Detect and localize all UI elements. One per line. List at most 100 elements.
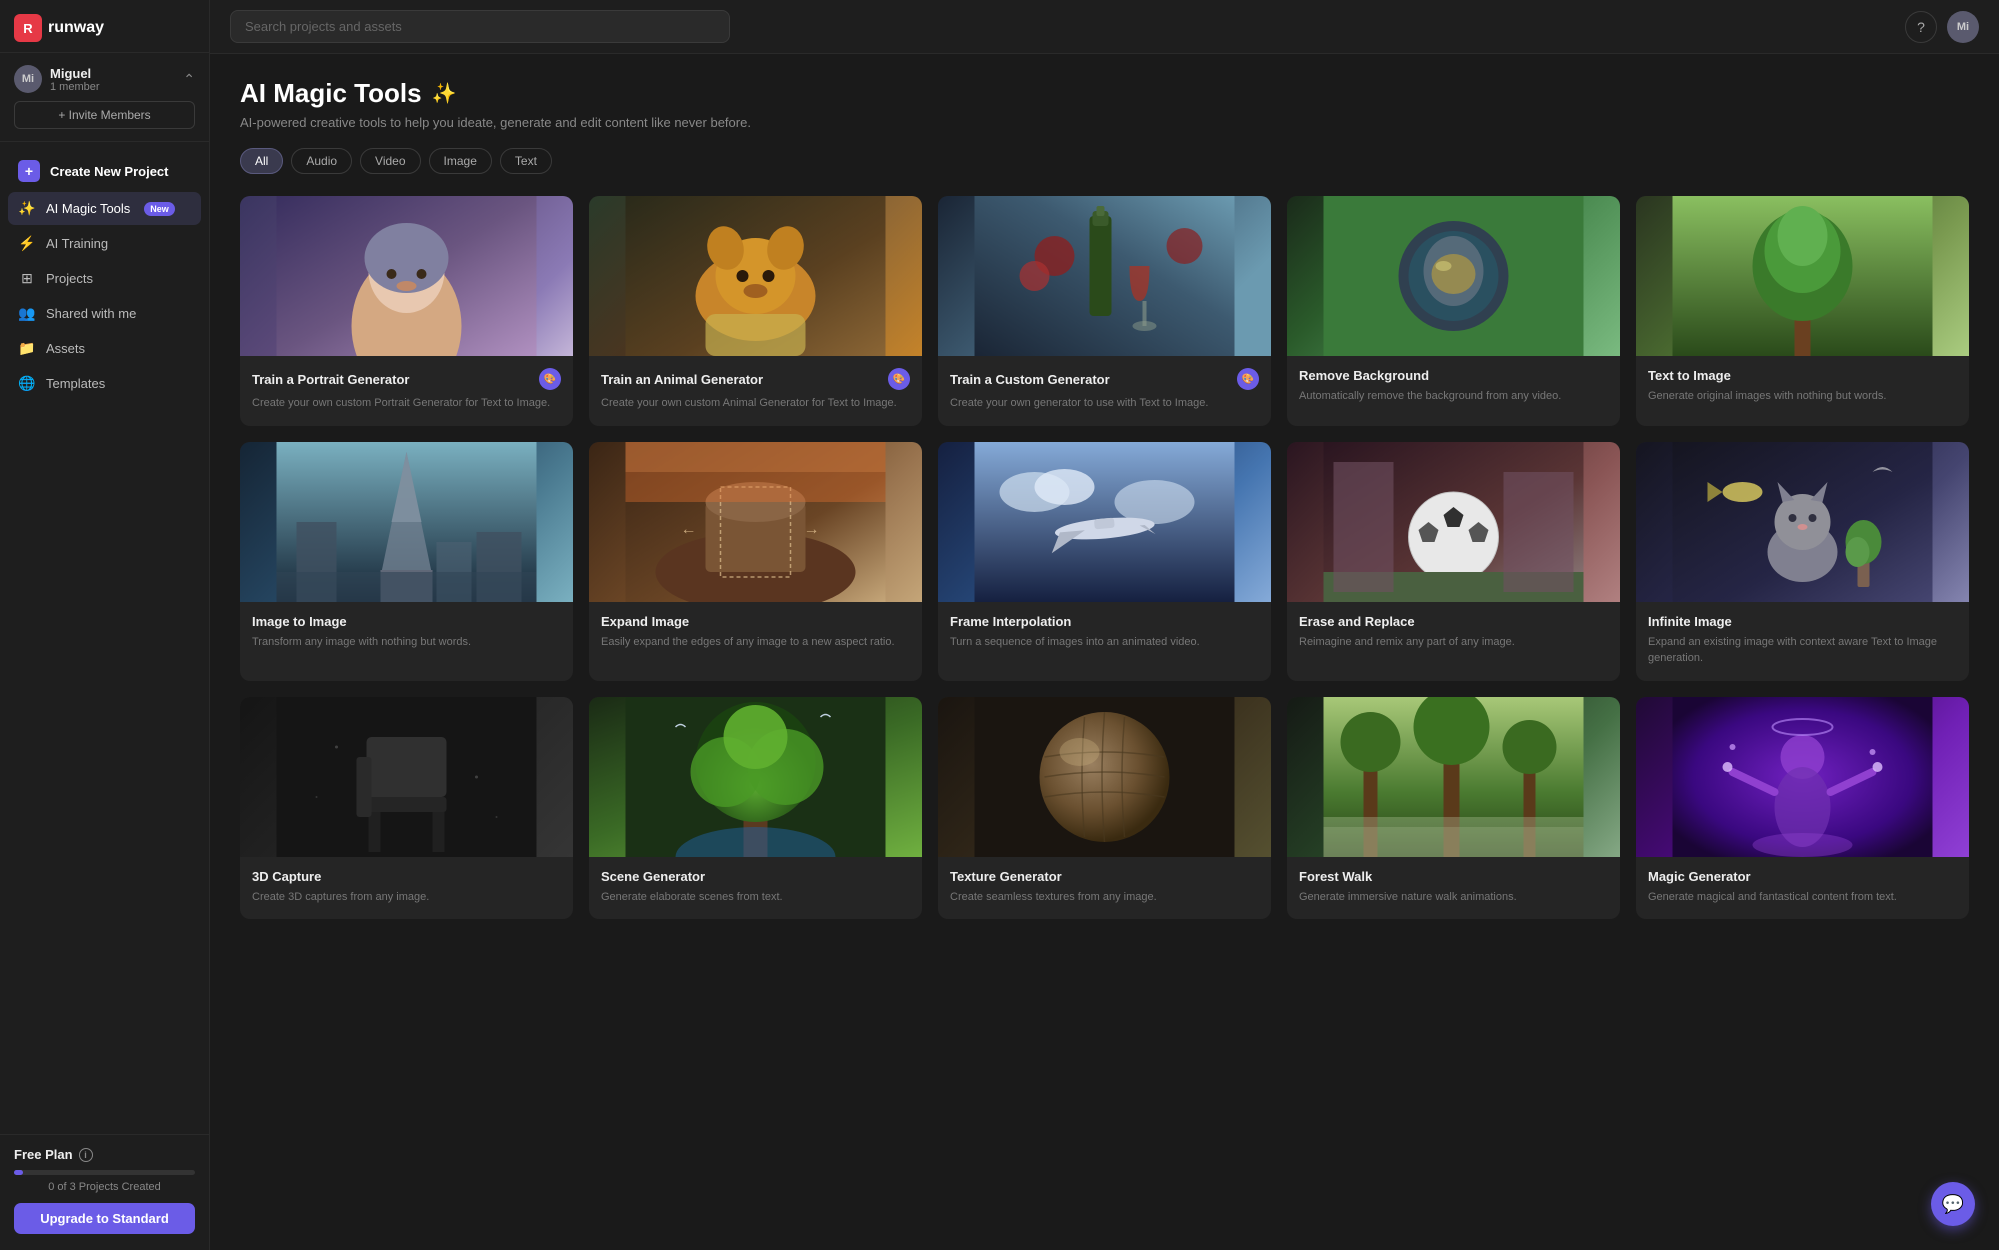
plan-name: Free Plan xyxy=(14,1147,73,1162)
invite-members-button[interactable]: + Invite Members xyxy=(14,101,195,129)
tool-card-3d-capture[interactable]: 3D Capture Create 3D captures from any i… xyxy=(240,697,573,920)
sidebar-item-projects[interactable]: ⊞ Projects xyxy=(8,262,201,295)
sidebar-item-label: Shared with me xyxy=(46,306,136,321)
help-button[interactable]: ? xyxy=(1905,11,1937,43)
app-name: runway xyxy=(48,19,104,37)
tool-thumbnail xyxy=(1287,697,1620,857)
chevron-icon[interactable]: ⌃ xyxy=(183,71,195,88)
topbar-right: ? Mi xyxy=(1905,11,1979,43)
tool-thumbnail xyxy=(240,697,573,857)
sidebar-item-ai-training[interactable]: ⚡ AI Training xyxy=(8,227,201,260)
tool-title: Texture Generator xyxy=(950,869,1062,884)
tool-thumbnail xyxy=(240,196,573,356)
sidebar-item-templates[interactable]: 🌐 Templates xyxy=(8,367,201,400)
tool-title: Erase and Replace xyxy=(1299,614,1415,629)
chat-bubble-button[interactable]: 💬 xyxy=(1931,1182,1975,1226)
sidebar-footer: Free Plan i 0 of 3 Projects Created Upgr… xyxy=(0,1134,209,1250)
tool-card-texture-generator[interactable]: Texture Generator Create seamless textur… xyxy=(938,697,1271,920)
tool-body: Train an Animal Generator 🎨 Create your … xyxy=(589,356,922,426)
avatar: Mi xyxy=(14,65,42,93)
tool-card-text-to-image[interactable]: Text to Image Generate original images w… xyxy=(1636,196,1969,426)
info-icon[interactable]: i xyxy=(79,1148,93,1162)
page-subtitle: AI-powered creative tools to help you id… xyxy=(240,115,1969,130)
page-title-row: AI Magic Tools ✨ xyxy=(240,78,1969,109)
tool-thumbnail xyxy=(938,442,1271,602)
sidebar-item-label: Templates xyxy=(46,376,105,391)
sidebar-item-assets[interactable]: 📁 Assets xyxy=(8,332,201,365)
create-new-project-button[interactable]: + Create New Project xyxy=(8,152,201,190)
tool-body: Erase and Replace Reimagine and remix an… xyxy=(1287,602,1620,665)
tool-title: Infinite Image xyxy=(1648,614,1732,629)
projects-count: 0 of 3 Projects Created xyxy=(14,1181,195,1193)
sidebar-header: R runway xyxy=(0,0,209,53)
tool-title: Forest Walk xyxy=(1299,869,1372,884)
topbar-avatar[interactable]: Mi xyxy=(1947,11,1979,43)
tool-title: Train an Animal Generator xyxy=(601,372,763,387)
tool-description: Generate immersive nature walk animation… xyxy=(1299,889,1608,906)
tool-card-remove-background[interactable]: Remove Background Automatically remove t… xyxy=(1287,196,1620,426)
sidebar-item-label: AI Magic Tools xyxy=(46,201,130,216)
tool-description: Generate elaborate scenes from text. xyxy=(601,889,910,906)
tool-card-forest-walk[interactable]: Forest Walk Generate immersive nature wa… xyxy=(1287,697,1620,920)
tool-card-frame-interpolation[interactable]: Frame Interpolation Turn a sequence of i… xyxy=(938,442,1271,681)
tool-description: Generate original images with nothing bu… xyxy=(1648,388,1957,405)
filter-text[interactable]: Text xyxy=(500,148,552,174)
tool-card-image-to-image[interactable]: Image to Image Transform any image with … xyxy=(240,442,573,681)
tool-title: Frame Interpolation xyxy=(950,614,1071,629)
tool-title: Train a Custom Generator xyxy=(950,372,1110,387)
tool-description: Create your own custom Portrait Generato… xyxy=(252,395,561,412)
tool-body: Forest Walk Generate immersive nature wa… xyxy=(1287,857,1620,920)
free-plan-label: Free Plan i xyxy=(14,1147,195,1162)
tool-description: Reimagine and remix any part of any imag… xyxy=(1299,634,1608,651)
search-input[interactable] xyxy=(230,10,730,43)
sidebar-item-shared-with-me[interactable]: 👥 Shared with me xyxy=(8,297,201,330)
tool-badge: 🎨 xyxy=(1237,368,1259,390)
create-project-label: Create New Project xyxy=(50,164,169,179)
tool-body: Text to Image Generate original images w… xyxy=(1636,356,1969,419)
sidebar: R runway Mi Miguel 1 member ⌃ + Invite M… xyxy=(0,0,210,1250)
tool-description: Easily expand the edges of any image to … xyxy=(601,634,910,651)
runway-logo[interactable]: R runway xyxy=(14,14,104,42)
content-area: AI Magic Tools ✨ AI-powered creative too… xyxy=(210,54,1999,1250)
tool-title: Train a Portrait Generator xyxy=(252,372,410,387)
tool-description: Turn a sequence of images into an animat… xyxy=(950,634,1259,651)
tool-thumbnail xyxy=(1636,697,1969,857)
tool-card-infinite-image[interactable]: Infinite Image Expand an existing image … xyxy=(1636,442,1969,681)
sidebar-item-label: Assets xyxy=(46,341,85,356)
tool-card-train-animal[interactable]: Train an Animal Generator 🎨 Create your … xyxy=(589,196,922,426)
tool-card-train-portrait[interactable]: Train a Portrait Generator 🎨 Create your… xyxy=(240,196,573,426)
sidebar-item-ai-magic-tools[interactable]: ✨ AI Magic Tools New xyxy=(8,192,201,225)
tool-body: Scene Generator Generate elaborate scene… xyxy=(589,857,922,920)
sidebar-item-label: AI Training xyxy=(46,236,108,251)
filter-video[interactable]: Video xyxy=(360,148,420,174)
tool-title: Expand Image xyxy=(601,614,689,629)
sparkle-icon: ✨ xyxy=(432,81,457,106)
tool-card-expand-image[interactable]: ← → Expand Image Easily expand the edges… xyxy=(589,442,922,681)
tool-description: Create your own generator to use with Te… xyxy=(950,395,1259,412)
filter-all[interactable]: All xyxy=(240,148,283,174)
main-area: ? Mi AI Magic Tools ✨ AI-powered creativ… xyxy=(210,0,1999,1250)
new-badge: New xyxy=(144,202,175,216)
tool-description: Create 3D captures from any image. xyxy=(252,889,561,906)
tool-thumbnail xyxy=(240,442,573,602)
filter-audio[interactable]: Audio xyxy=(291,148,352,174)
page-title: AI Magic Tools xyxy=(240,78,422,109)
tool-body: Image to Image Transform any image with … xyxy=(240,602,573,665)
tool-card-magic-generator[interactable]: Magic Generator Generate magical and fan… xyxy=(1636,697,1969,920)
logo-icon: R xyxy=(14,14,42,42)
filter-image[interactable]: Image xyxy=(429,148,492,174)
help-icon: ? xyxy=(1917,19,1925,35)
tool-card-train-custom[interactable]: Train a Custom Generator 🎨 Create your o… xyxy=(938,196,1271,426)
tool-description: Create your own custom Animal Generator … xyxy=(601,395,910,412)
shared-icon: 👥 xyxy=(18,305,36,322)
tool-card-scene-generator[interactable]: Scene Generator Generate elaborate scene… xyxy=(589,697,922,920)
upgrade-button[interactable]: Upgrade to Standard xyxy=(14,1203,195,1234)
tool-thumbnail xyxy=(938,196,1271,356)
create-icon: + xyxy=(18,160,40,182)
tool-thumbnail xyxy=(589,697,922,857)
tool-thumbnail xyxy=(1287,442,1620,602)
tool-thumbnail xyxy=(1636,196,1969,356)
tool-description: Automatically remove the background from… xyxy=(1299,388,1608,405)
tool-card-erase-and-replace[interactable]: Erase and Replace Reimagine and remix an… xyxy=(1287,442,1620,681)
svg-text:←: ← xyxy=(681,521,697,538)
